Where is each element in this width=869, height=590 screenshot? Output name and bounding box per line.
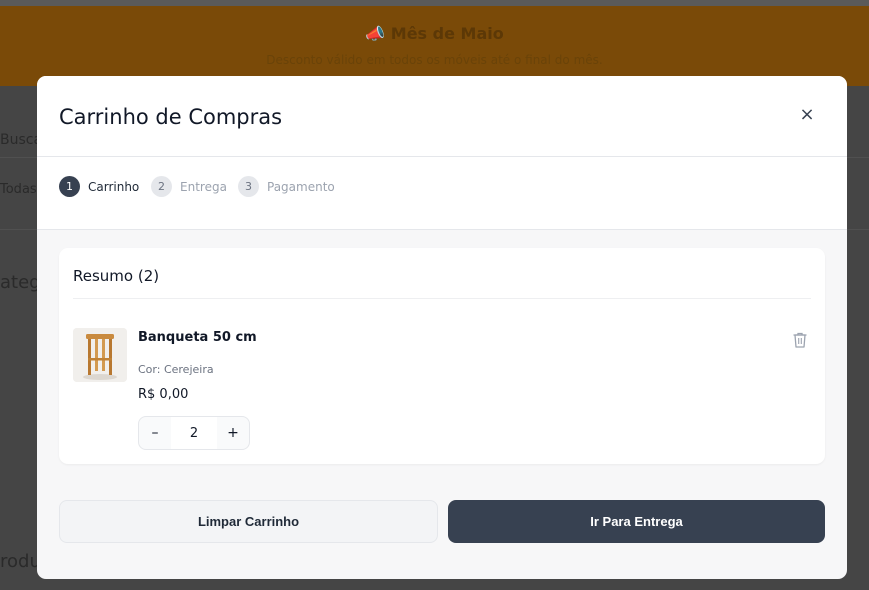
step-delivery[interactable]: 2 Entrega xyxy=(151,176,227,197)
increment-button[interactable]: + xyxy=(217,417,249,449)
quantity-value[interactable]: 2 xyxy=(171,417,217,449)
checkout-steps: 1 Carrinho 2 Entrega 3 Pagamento xyxy=(37,157,847,230)
summary-card: Resumo (2) Banqueta 50 cm Cor: Cerejeira… xyxy=(59,248,825,464)
step-number: 2 xyxy=(151,176,172,197)
promo-banner-subtitle: Desconto válido em todos os móveis até o… xyxy=(266,53,603,67)
product-price: R$ 0,00 xyxy=(138,387,189,402)
cart-modal: Carrinho de Compras × 1 Carrinho 2 Entre… xyxy=(37,76,847,579)
promo-banner-title: 📣 Mês de Maio xyxy=(365,24,504,43)
modal-header: Carrinho de Compras × xyxy=(37,76,847,157)
step-number: 3 xyxy=(238,176,259,197)
step-number: 1 xyxy=(59,176,80,197)
step-label: Pagamento xyxy=(267,179,335,194)
product-image xyxy=(73,328,127,382)
decrement-button[interactable]: – xyxy=(139,417,171,449)
product-name: Banqueta 50 cm xyxy=(138,330,257,345)
search-input-fragment: Busca xyxy=(0,132,43,148)
go-to-delivery-button[interactable]: Ir Para Entrega xyxy=(448,500,825,543)
summary-title: Resumo (2) xyxy=(73,267,160,285)
close-icon[interactable]: × xyxy=(797,104,817,126)
product-color: Cor: Cerejeira xyxy=(138,363,214,376)
stool-icon xyxy=(73,328,127,382)
step-label: Entrega xyxy=(180,179,227,194)
step-label: Carrinho xyxy=(88,179,140,194)
step-payment[interactable]: 3 Pagamento xyxy=(238,176,335,197)
quantity-stepper: – 2 + xyxy=(138,416,250,450)
trash-icon[interactable] xyxy=(791,330,809,350)
step-cart[interactable]: 1 Carrinho xyxy=(59,176,139,197)
modal-title: Carrinho de Compras xyxy=(59,105,283,129)
divider xyxy=(73,298,811,299)
promo-banner: 📣 Mês de Maio Desconto válido em todos o… xyxy=(0,6,869,86)
clear-cart-button[interactable]: Limpar Carrinho xyxy=(59,500,438,543)
